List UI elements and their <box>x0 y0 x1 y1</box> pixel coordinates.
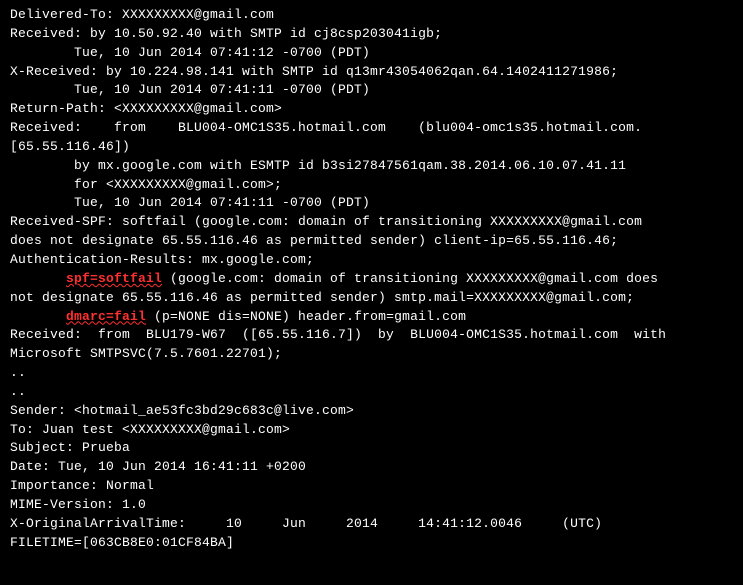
header-line: Tue, 10 Jun 2014 07:41:11 -0700 (PDT) <box>10 81 733 100</box>
header-line: Received: by 10.50.92.40 with SMTP id cj… <box>10 25 733 44</box>
header-line: To: Juan test <XXXXXXXXX@gmail.com> <box>10 421 733 440</box>
dmarc-fail-highlight: dmarc=fail <box>66 309 146 324</box>
spf-softfail-highlight: spf=softfail <box>66 271 162 286</box>
header-line: .. <box>10 383 733 402</box>
email-headers-terminal: Delivered-To: XXXXXXXXX@gmail.comReceive… <box>10 6 733 552</box>
header-line: Microsoft SMTPSVC(7.5.7601.22701); <box>10 345 733 364</box>
header-line: Importance: Normal <box>10 477 733 496</box>
header-line: does not designate 65.55.116.46 as permi… <box>10 232 733 251</box>
spf-result-line: spf=softfail (google.com: domain of tran… <box>10 270 733 289</box>
header-line: Delivered-To: XXXXXXXXX@gmail.com <box>10 6 733 25</box>
header-line: X-OriginalArrivalTime: 10 Jun 2014 14:41… <box>10 515 733 534</box>
header-line: not designate 65.55.116.46 as permitted … <box>10 289 733 308</box>
header-line: X-Received: by 10.224.98.141 with SMTP i… <box>10 63 733 82</box>
header-line: Authentication-Results: mx.google.com; <box>10 251 733 270</box>
header-line: Received: from BLU004-OMC1S35.hotmail.co… <box>10 119 733 138</box>
header-line: Return-Path: <XXXXXXXXX@gmail.com> <box>10 100 733 119</box>
header-line: by mx.google.com with ESMTP id b3si27847… <box>10 157 733 176</box>
header-line: for <XXXXXXXXX@gmail.com>; <box>10 176 733 195</box>
dmarc-result-line: dmarc=fail (p=NONE dis=NONE) header.from… <box>10 308 733 327</box>
header-line: Sender: <hotmail_ae53fc3bd29c683c@live.c… <box>10 402 733 421</box>
header-line: Tue, 10 Jun 2014 07:41:11 -0700 (PDT) <box>10 194 733 213</box>
header-line: FILETIME=[063CB8E0:01CF84BA] <box>10 534 733 553</box>
header-line: .. <box>10 364 733 383</box>
header-line: Date: Tue, 10 Jun 2014 16:41:11 +0200 <box>10 458 733 477</box>
header-line: Received: from BLU179-W67 ([65.55.116.7]… <box>10 326 733 345</box>
header-line: Tue, 10 Jun 2014 07:41:12 -0700 (PDT) <box>10 44 733 63</box>
header-line: MIME-Version: 1.0 <box>10 496 733 515</box>
header-line: Subject: Prueba <box>10 439 733 458</box>
header-line: [65.55.116.46]) <box>10 138 733 157</box>
header-line: Received-SPF: softfail (google.com: doma… <box>10 213 733 232</box>
